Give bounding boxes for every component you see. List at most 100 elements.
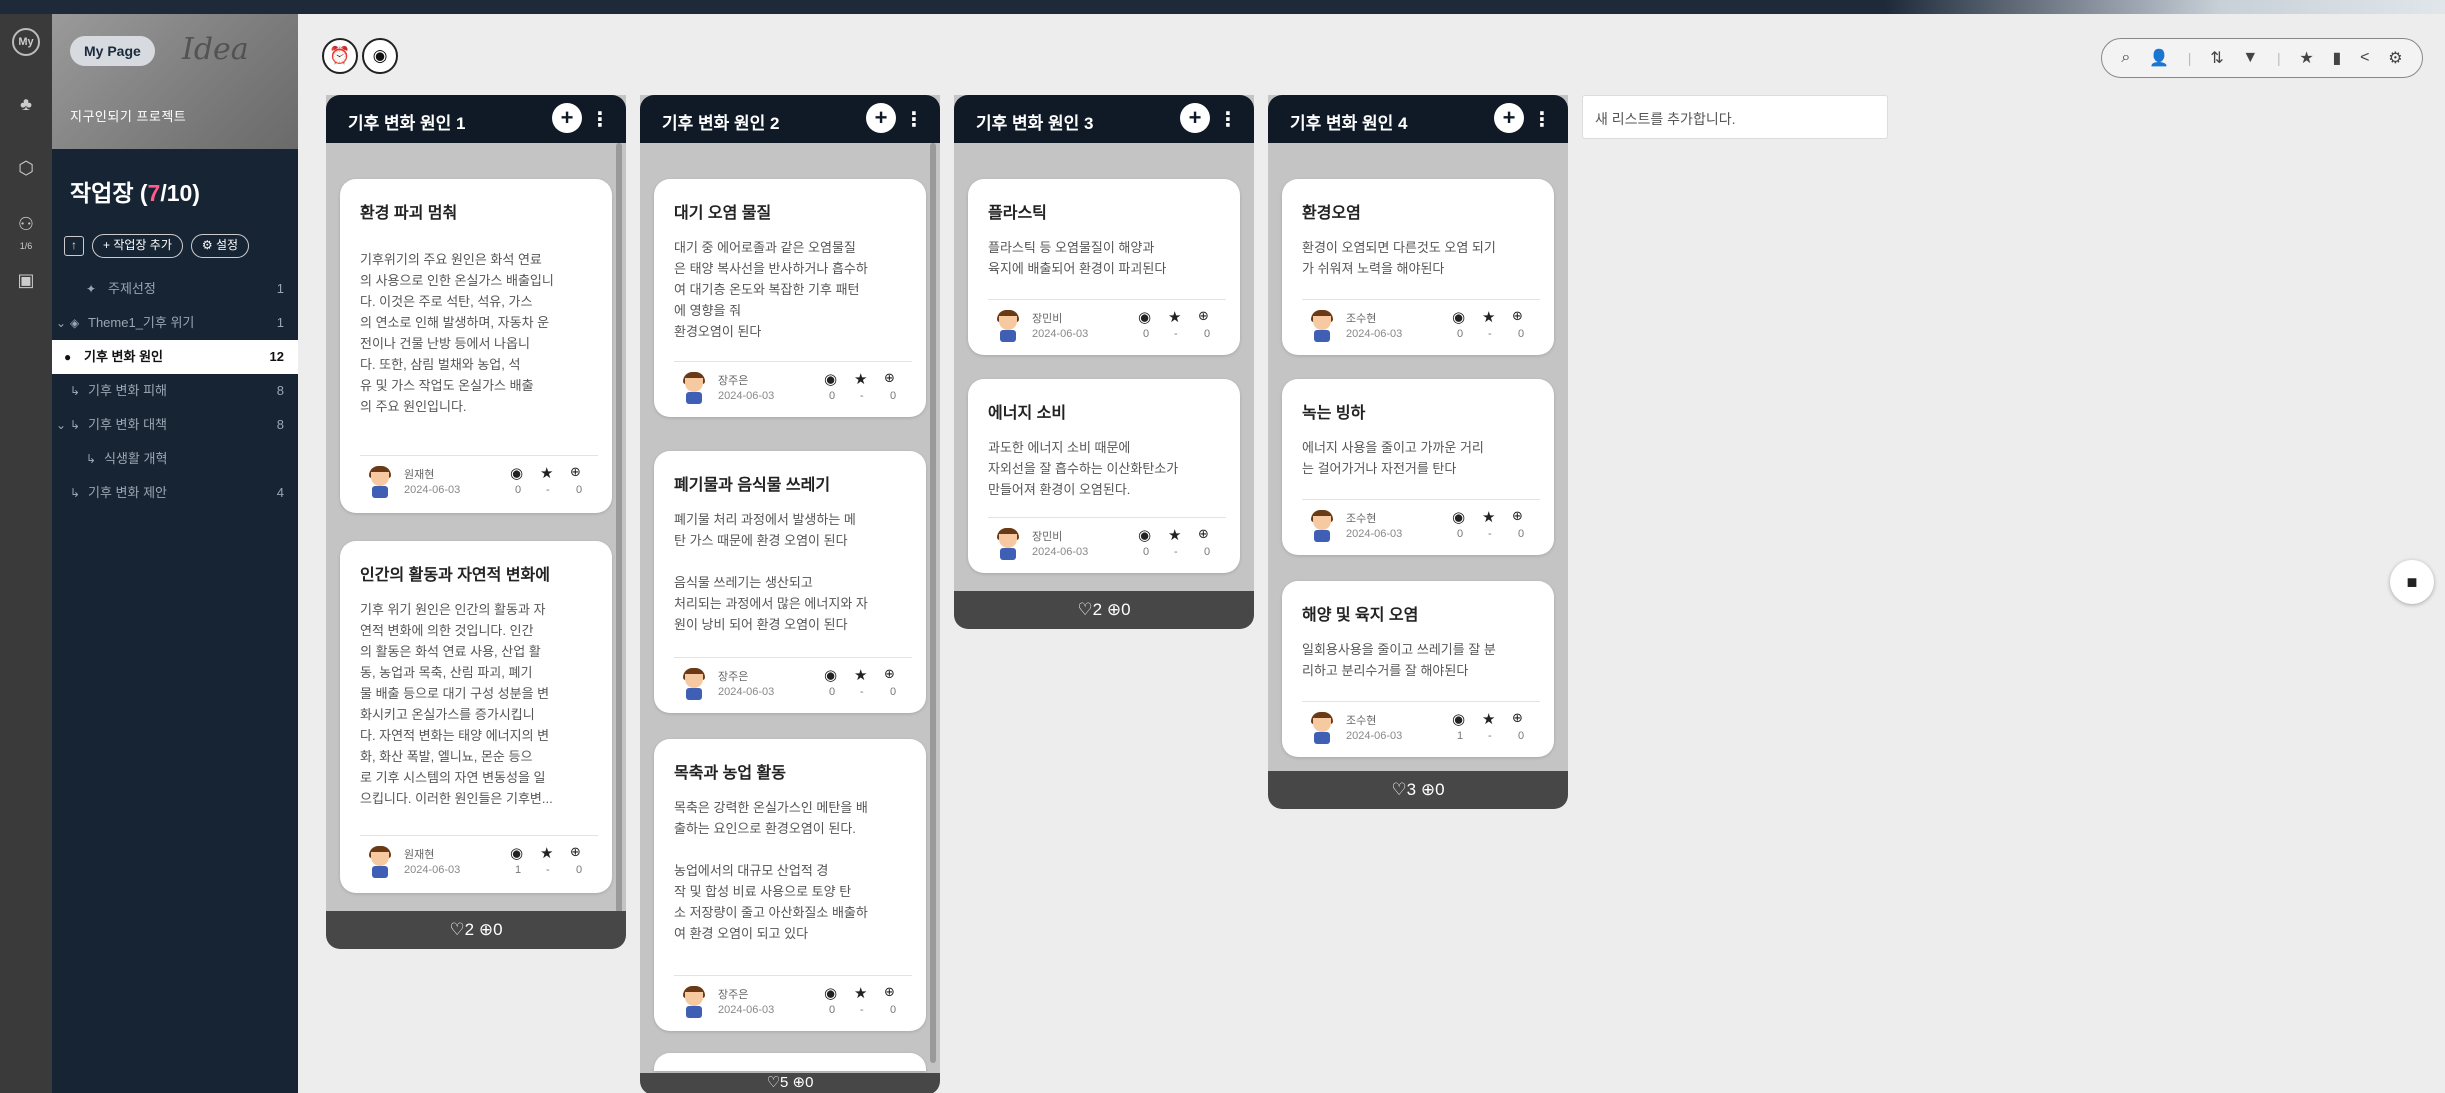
card-title: 대기 오염 물질 (674, 205, 772, 222)
more-menu-icon[interactable]: ⋮ (1532, 107, 1552, 132)
star-icon[interactable]: ★ (1168, 526, 1181, 544)
chevron-down-icon[interactable]: ⌄ (56, 306, 66, 340)
card-date: 2024-06-03 (718, 1004, 775, 1016)
bell-icon[interactable]: ♣ (12, 90, 40, 118)
star-icon[interactable]: ★ (1482, 308, 1495, 326)
alarm-icon[interactable]: ⏰ (322, 38, 358, 74)
star-icon[interactable]: ★ (1168, 308, 1181, 326)
comment-icon[interactable]: ⊕ (570, 844, 581, 860)
card[interactable]: 인간의 활동과 자연적 변화에 기후 위기 원인은 인간의 활동과 자 연적 변… (340, 541, 612, 893)
views-count: 0 (829, 1004, 836, 1016)
card[interactable]: 폐기물과 음식물 쓰레기 폐기물 처리 과정에서 발생하는 메 탄 가스 때문에… (654, 451, 926, 713)
views-count: 0 (1143, 546, 1150, 558)
chevron-down-icon[interactable]: ⌄ (56, 408, 66, 442)
filter-icon[interactable]: ▼ (2242, 49, 2258, 67)
comment-icon[interactable]: ⊕ (1512, 710, 1523, 726)
card[interactable]: 에너지 소비 과도한 에너지 소비 때문에 자외선을 잘 흡수하는 이산화탄소가… (968, 379, 1240, 573)
eye-icon[interactable]: ◉ (510, 844, 523, 862)
sidebar-item-climate-proposal[interactable]: ↳ 기후 변화 제안 4 (52, 476, 298, 510)
sort-icon[interactable]: ⇅ (2210, 48, 2223, 68)
card-author: 조수현 (1346, 715, 1377, 727)
eye-icon[interactable]: ◉ (362, 38, 398, 74)
screen-icon[interactable]: ▣ (12, 266, 40, 294)
add-workspace-button[interactable]: + 작업장 추가 (92, 234, 183, 258)
sidebar-item-climate-damage[interactable]: ↳ 기후 변화 피해 8 (52, 374, 298, 408)
eye-icon[interactable]: ◉ (824, 984, 837, 1002)
eye-icon[interactable]: ◉ (1138, 526, 1151, 544)
export-icon[interactable]: ↑ (64, 236, 84, 256)
eye-icon[interactable]: ◉ (1452, 308, 1465, 326)
comment-icon[interactable]: ⊕ (1198, 308, 1209, 324)
card[interactable]: 환경 파괴 멈춰 기후위기의 주요 원인은 화석 연료 의 사용으로 인한 온실… (340, 179, 612, 513)
add-card-button[interactable]: + (1180, 103, 1210, 133)
more-menu-icon[interactable]: ⋮ (1218, 107, 1238, 132)
sidebar-item-theme1[interactable]: ⌄ ◈ Theme1_기후 위기 1 (52, 306, 298, 340)
eye-icon[interactable]: ◉ (1452, 508, 1465, 526)
star-icon[interactable]: ★ (854, 666, 867, 684)
card[interactable]: 해양 및 육지 오염 일회용사용을 줄이고 쓰레기를 잘 분 리하고 분리수거를… (1282, 581, 1554, 757)
comments-count: 0 (890, 390, 897, 402)
card[interactable]: 대기 오염 물질 대기 중 에어로졸과 같은 오염물질 은 태양 복사선을 반사… (654, 179, 926, 417)
comments-count: 0 (1518, 528, 1525, 540)
search-icon[interactable]: ⌕ (2121, 49, 2130, 67)
stars-count: - (1488, 730, 1492, 742)
card-author: 장주은 (718, 989, 749, 1001)
card-partial[interactable] (654, 1053, 926, 1071)
scrollbar[interactable] (930, 143, 936, 1063)
card-footer: 장주은 2024-06-03 ◉ ★ ⊕ 0 - 0 (674, 975, 912, 1025)
more-menu-icon[interactable]: ⋮ (590, 107, 610, 132)
column-header: 기후 변화 원인 2 + ⋮ (640, 95, 940, 143)
sidebar-item-topic[interactable]: ✦ 주제선정 1 (52, 272, 298, 306)
add-card-button[interactable]: + (866, 103, 896, 133)
add-card-button[interactable]: + (1494, 103, 1524, 133)
top-strip (0, 0, 2445, 14)
comment-icon[interactable]: ⊕ (1198, 526, 1209, 542)
comments-count: 0 (1518, 730, 1525, 742)
card[interactable]: 녹는 빙하 에너지 사용을 줄이고 가까운 거리 는 걸어가거나 자전거를 탄다… (1282, 379, 1554, 555)
video-call-icon[interactable]: ■ (2390, 560, 2434, 604)
sidebar-item-climate-cause[interactable]: ● 기후 변화 원인 12 (52, 340, 298, 374)
scrollbar[interactable] (616, 143, 622, 913)
comment-icon[interactable]: ⊕ (884, 666, 895, 682)
card-title: 폐기물과 음식물 쓰레기 (674, 477, 831, 494)
add-list-input[interactable]: 새 리스트를 추가합니다. (1582, 95, 1888, 139)
my-page-button[interactable]: My Page (70, 36, 155, 66)
card-footer: 장주은 2024-06-03 ◉ ★ ⊕ 0 - 0 (674, 361, 912, 411)
settings-button[interactable]: ⚙ 설정 (190, 234, 250, 258)
card[interactable]: 플라스틱 플라스틱 등 오염물질이 해양과 육지에 배출되어 환경이 파괴된다 … (968, 179, 1240, 355)
card-footer: 조수현 2024-06-03 ◉ ★ ⊕ 0 - 0 (1302, 499, 1540, 549)
comment-icon[interactable]: ⊕ (1512, 508, 1523, 524)
eye-icon[interactable]: ◉ (1452, 710, 1465, 728)
top-toolbar: ⌕ 👤 | ⇅ ▼ | ★ ▮ < ⚙ (2101, 38, 2423, 78)
cube-icon[interactable]: ⬡ (12, 154, 40, 182)
comment-icon[interactable]: ⊕ (884, 984, 895, 1000)
card-date: 2024-06-03 (1032, 328, 1089, 340)
stats-icon[interactable]: ▮ (2333, 48, 2342, 68)
card-author: 장민비 (1032, 531, 1063, 543)
eye-icon[interactable]: ◉ (510, 464, 523, 482)
comment-icon[interactable]: ⊕ (570, 464, 581, 480)
my-icon[interactable]: My (12, 28, 40, 56)
user-icon[interactable]: 👤 (2149, 48, 2169, 68)
comment-icon[interactable]: ⊕ (1512, 308, 1523, 324)
more-menu-icon[interactable]: ⋮ (904, 107, 924, 132)
star-icon[interactable]: ★ (854, 984, 867, 1002)
card[interactable]: 목축과 농업 활동 목축은 강력한 온실가스인 메탄을 배 출하는 요인으로 환… (654, 739, 926, 1031)
eye-icon[interactable]: ◉ (824, 370, 837, 388)
star-icon[interactable]: ★ (854, 370, 867, 388)
sidebar-item-diet-reform[interactable]: ↳ 식생활 개혁 (52, 442, 298, 476)
sidebar-item-label: 기후 변화 대책 (88, 417, 167, 432)
star-icon[interactable]: ★ (540, 844, 553, 862)
star-icon[interactable]: ★ (2299, 48, 2313, 68)
comment-icon[interactable]: ⊕ (884, 370, 895, 386)
star-icon[interactable]: ★ (540, 464, 553, 482)
star-icon[interactable]: ★ (1482, 508, 1495, 526)
eye-icon[interactable]: ◉ (1138, 308, 1151, 326)
eye-icon[interactable]: ◉ (824, 666, 837, 684)
share-icon[interactable]: < (2360, 49, 2369, 67)
add-card-button[interactable]: + (552, 103, 582, 133)
sidebar-item-climate-measures[interactable]: ⌄ ↳ 기후 변화 대책 8 (52, 408, 298, 442)
star-icon[interactable]: ★ (1482, 710, 1495, 728)
card[interactable]: 환경오염 환경이 오염되면 다른것도 오염 되기 가 쉬워져 노력을 해야된다 … (1282, 179, 1554, 355)
settings-icon[interactable]: ⚙ (2388, 48, 2402, 68)
